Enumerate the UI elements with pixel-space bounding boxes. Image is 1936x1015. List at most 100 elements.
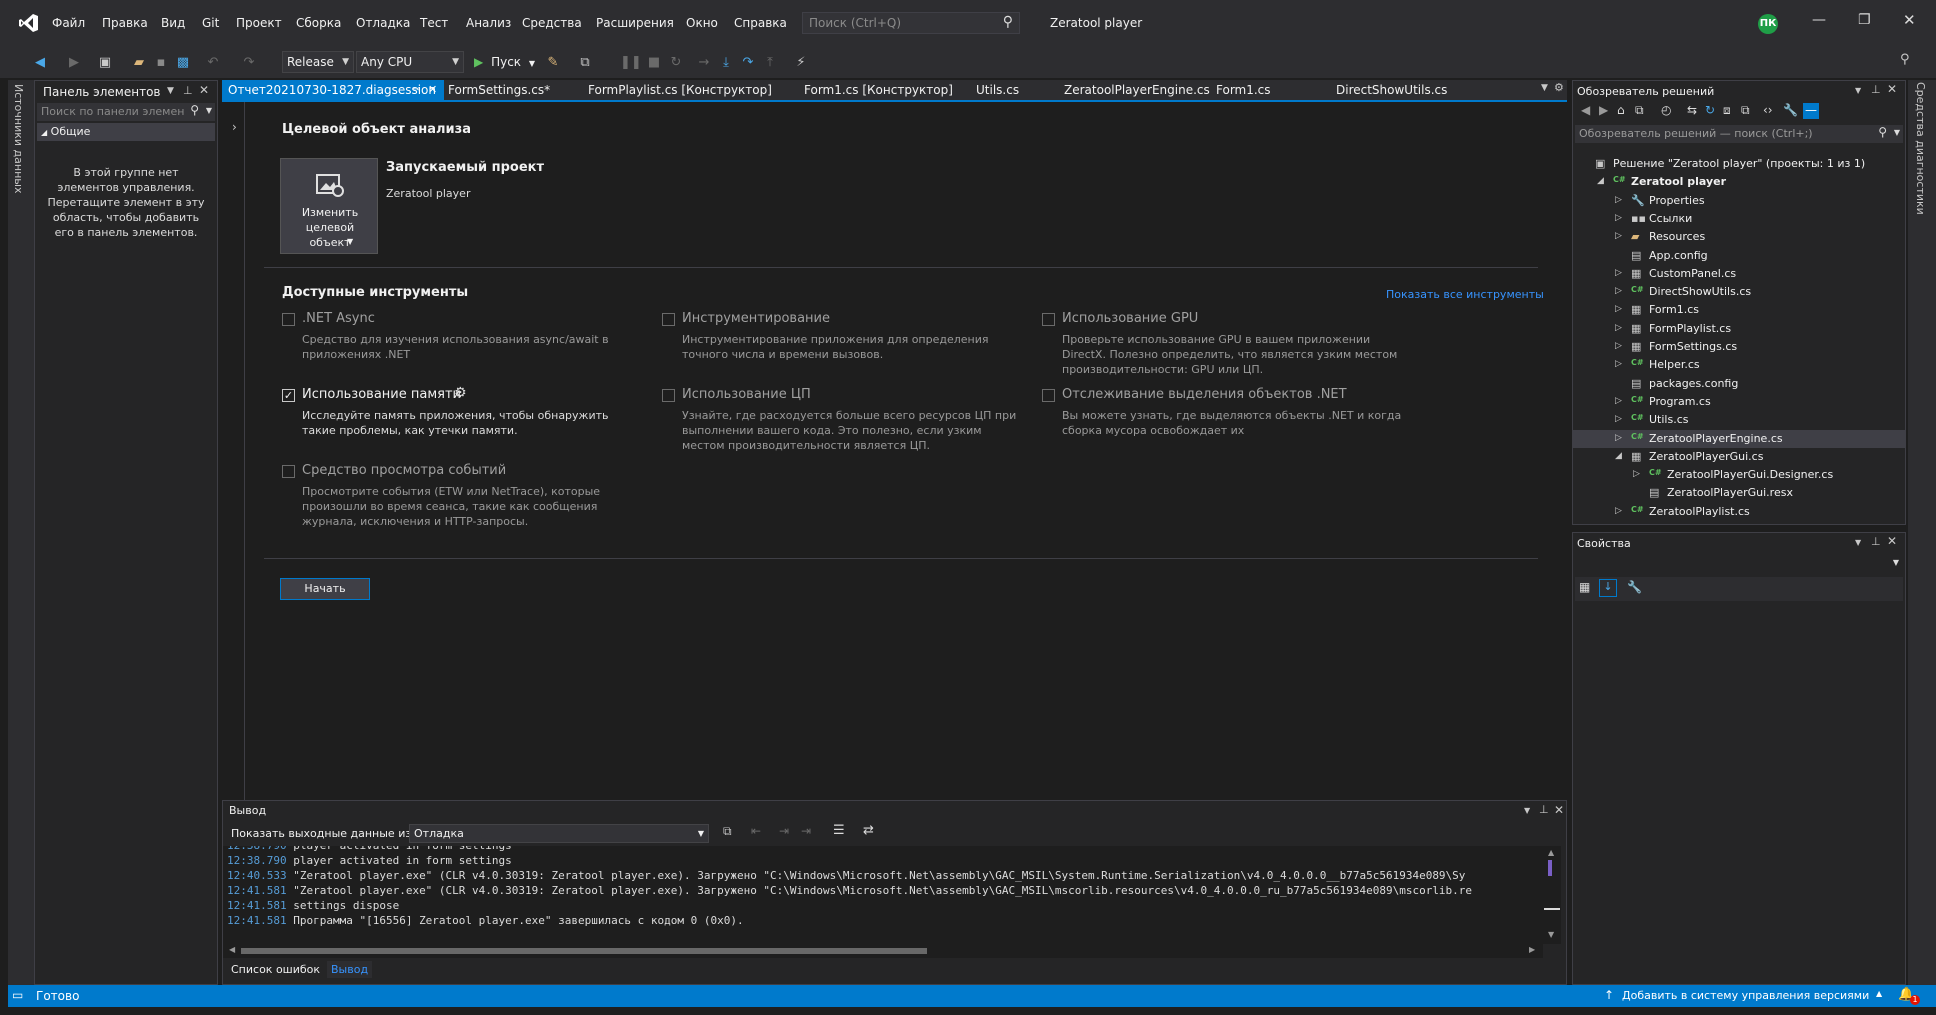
start-button[interactable]: Начать	[280, 578, 370, 600]
find-message-icon[interactable]: ⧉	[723, 824, 732, 839]
close-window-button[interactable]: ✕	[1903, 11, 1916, 29]
step-over-icon[interactable]: ↷	[740, 52, 756, 74]
menu-item[interactable]: Правка	[102, 16, 148, 30]
tree-item[interactable]: ◢ C# Zeratool player	[1573, 173, 1905, 191]
gear-icon[interactable]: ⚙	[1554, 81, 1564, 94]
clear-output-icon[interactable]: ☰	[833, 823, 845, 838]
minimize-button[interactable]: —	[1812, 12, 1826, 28]
menu-item[interactable]: Анализ	[466, 16, 511, 30]
expand-panel-icon[interactable]: ›	[232, 120, 237, 134]
tab[interactable]: FormPlaylist.cs [Конструктор]	[582, 80, 792, 100]
collapsed-arrow-icon[interactable]: ▷	[1615, 341, 1622, 351]
menu-item[interactable]: Git	[202, 16, 219, 30]
hot-reload-settings-icon[interactable]: ⚡	[792, 52, 810, 74]
save-all-icon[interactable]: ▩	[174, 52, 192, 74]
collapsed-arrow-icon[interactable]: ▷	[1615, 414, 1622, 424]
collapsed-arrow-icon[interactable]: ▷	[1615, 323, 1622, 333]
tab[interactable]: FormSettings.cs*	[442, 80, 576, 100]
menu-item[interactable]: Тест	[420, 16, 448, 30]
avatar[interactable]: ПК	[1758, 14, 1778, 34]
run-button[interactable]: ▶ Пуск ▼	[474, 51, 535, 73]
scroll-right-icon[interactable]: ▶	[1529, 945, 1535, 954]
toolbox-menu-icon[interactable]: ▼	[167, 86, 174, 96]
property-pages-icon[interactable]: 🔧	[1627, 580, 1642, 594]
add-to-source-control-button[interactable]: Добавить в систему управления версиями	[1622, 989, 1869, 1002]
panel-menu-icon[interactable]: ▼	[1855, 86, 1861, 95]
panel-menu-icon[interactable]: ▼	[1855, 538, 1861, 547]
sync-icon[interactable]: ⇆	[1687, 103, 1697, 117]
stop-icon[interactable]: ■	[646, 52, 662, 74]
alphabetical-icon[interactable]: ↓	[1599, 579, 1617, 597]
live-share-icon[interactable]: ⚲	[1900, 52, 1910, 67]
gear-icon[interactable]: ⚙	[454, 385, 467, 401]
tree-item[interactable]: ▷ ▦ FormPlaylist.cs	[1573, 320, 1905, 338]
menu-item[interactable]: Вид	[161, 16, 185, 30]
output-source-select[interactable]: Отладка ▼	[409, 824, 709, 843]
collapsed-arrow-icon[interactable]: ▷	[1633, 469, 1640, 479]
refresh-icon[interactable]: ↻	[1705, 103, 1715, 117]
tab[interactable]: DirectShowUtils.cs	[1330, 80, 1480, 100]
pin-icon[interactable]: ⊥	[1871, 535, 1881, 548]
tab[interactable]: Отчет20210730-1827.diagsession ⊸ ✕	[222, 80, 444, 100]
properties-object-select[interactable]: ▼	[1575, 555, 1903, 573]
vs-logo-icon[interactable]	[18, 12, 40, 34]
config-select[interactable]: Release ▼	[282, 51, 354, 73]
restore-button[interactable]: ❐	[1858, 12, 1871, 28]
pin-icon[interactable]: ⊥	[1871, 83, 1881, 96]
tool-checkbox-net-async[interactable]	[282, 313, 295, 326]
expanded-arrow-icon[interactable]: ◢	[1597, 176, 1604, 186]
pin-icon[interactable]: ⊥	[183, 84, 193, 97]
search-icon[interactable]: ⚲	[1003, 14, 1013, 30]
collapsed-arrow-icon[interactable]: ▷	[1615, 304, 1622, 314]
tree-item[interactable]: ▷ C# ZeratoolPlayerGui.Designer.cs	[1573, 466, 1905, 484]
menu-item[interactable]: Средства	[522, 16, 582, 30]
collapsed-arrow-icon[interactable]: ▷	[1615, 396, 1622, 406]
show-next-statement-icon[interactable]: →	[696, 52, 712, 74]
view-code-icon[interactable]: ‹›	[1763, 103, 1773, 117]
search-icon[interactable]: ⚲	[1878, 125, 1887, 139]
word-wrap-icon[interactable]: ⇄	[863, 823, 874, 838]
tree-item[interactable]: ▣ Решение "Zeratool player" (проекты: 1 и…	[1573, 155, 1905, 173]
forward-icon[interactable]: ▶	[1599, 103, 1608, 117]
step-into-icon[interactable]: ⤓	[718, 52, 734, 74]
tree-item[interactable]: ▷ C# Helper.cs	[1573, 356, 1905, 374]
redo-icon[interactable]: ↷	[240, 52, 258, 74]
close-icon[interactable]: ✕	[428, 80, 437, 100]
change-target-button[interactable]: Изменить целевой объект ▼	[280, 158, 378, 254]
menu-item[interactable]: Файл	[52, 16, 85, 30]
step-out-icon[interactable]: ⤒	[762, 52, 778, 74]
menu-item[interactable]: Расширения	[596, 16, 674, 30]
tool-checkbox-instrumentation[interactable]	[662, 313, 675, 326]
tree-item[interactable]: ▤ packages.config	[1573, 375, 1905, 393]
tool-checkbox-cpu[interactable]	[662, 389, 675, 402]
tab-error-list[interactable]: Список ошибок	[231, 963, 320, 976]
collapsed-arrow-icon[interactable]: ▷	[1615, 195, 1622, 205]
search-icon[interactable]: ⚲	[190, 103, 199, 117]
collapsed-arrow-icon[interactable]: ▷	[1615, 231, 1622, 241]
collapsed-arrow-icon[interactable]: ▷	[1615, 268, 1622, 278]
categorized-icon[interactable]: ▦	[1579, 580, 1590, 594]
tab[interactable]: Utils.cs	[970, 80, 1052, 100]
output-text-area[interactable]: 12:38.790 player activated in form setti…	[223, 846, 1543, 944]
collapsed-arrow-icon[interactable]: ▷	[1615, 506, 1622, 516]
scroll-thumb[interactable]	[1548, 860, 1552, 876]
restart-icon[interactable]: ↻	[668, 52, 684, 74]
pin-icon[interactable]: ⊥	[1539, 803, 1549, 816]
chevron-up-icon[interactable]: ▲	[1876, 989, 1882, 998]
collapsed-arrow-icon[interactable]: ▷	[1615, 213, 1622, 223]
show-all-files-icon[interactable]: ⧉	[1741, 103, 1750, 118]
back-icon[interactable]: ◀	[1581, 103, 1590, 117]
preview-icon[interactable]: —	[1803, 103, 1819, 119]
close-icon[interactable]: ✕	[1554, 803, 1564, 817]
tab[interactable]: Form1.cs [Конструктор]	[798, 80, 964, 100]
h-scroll-thumb[interactable]	[241, 948, 927, 954]
tree-item[interactable]: ◢ ▦ ZeratoolPlayerGui.cs	[1573, 448, 1905, 466]
tree-item[interactable]: ▷ ▦ Form1.cs	[1573, 301, 1905, 319]
close-icon[interactable]: ✕	[1887, 82, 1897, 96]
collapse-all-icon[interactable]: ⧈	[1723, 103, 1731, 118]
menu-item[interactable]: Справка	[734, 16, 787, 30]
tab-list-dropdown-icon[interactable]: ▼	[1541, 83, 1548, 93]
menu-item[interactable]: Окно	[686, 16, 718, 30]
tool-checkbox-events-viewer[interactable]	[282, 465, 295, 478]
next-message-icon[interactable]: ⇥	[779, 824, 789, 838]
